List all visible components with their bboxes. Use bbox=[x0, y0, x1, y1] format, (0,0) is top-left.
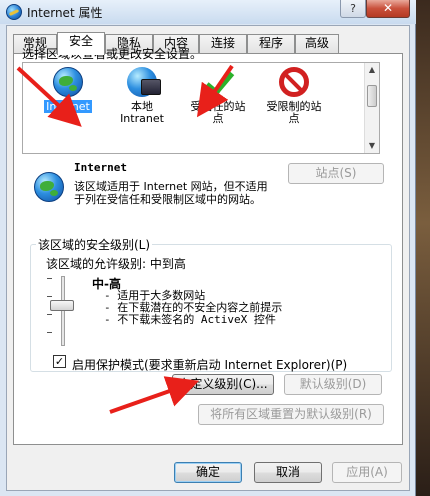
protected-mode-checkbox[interactable]: ✓ bbox=[53, 355, 66, 368]
selected-zone-name: Internet bbox=[74, 161, 127, 174]
check-icon bbox=[203, 67, 233, 97]
no-entry-icon bbox=[279, 67, 309, 97]
selected-zone-globe-icon bbox=[34, 172, 64, 202]
zone-label: Internet bbox=[44, 100, 92, 113]
globe-icon bbox=[53, 67, 83, 97]
tab-advanced[interactable]: 高级 bbox=[295, 34, 339, 53]
ok-button[interactable]: 确定 bbox=[174, 462, 242, 483]
zone-internet[interactable]: Internet bbox=[33, 67, 103, 113]
scroll-up-icon[interactable]: ▲ bbox=[365, 63, 379, 77]
cancel-button[interactable]: 取消 bbox=[254, 462, 322, 483]
tab-security[interactable]: 安全 bbox=[57, 32, 105, 55]
apply-button[interactable]: 应用(A) bbox=[332, 462, 402, 483]
intranet-icon bbox=[127, 67, 161, 97]
custom-level-button[interactable]: 自定义级别(C)... bbox=[172, 374, 274, 395]
help-button[interactable]: ? bbox=[340, 0, 366, 18]
security-level-title: 该区域的安全级别(L) bbox=[36, 236, 153, 253]
zone-local-intranet[interactable]: 本地 Intranet bbox=[107, 67, 177, 125]
protected-mode-label[interactable]: 启用保护模式(要求重新启动 Internet Explorer)(P) bbox=[72, 356, 347, 373]
zone-list-scrollbar[interactable]: ▲ ▼ bbox=[364, 63, 379, 153]
selected-zone-description: 该区域适用于 Internet 网站，但不适用于列在受信任和受限制区域中的网站。 bbox=[74, 180, 268, 206]
zone-label-line2: 点 bbox=[288, 112, 300, 125]
security-level-slider-thumb[interactable] bbox=[50, 300, 74, 311]
internet-properties-window: Internet 属性 ? ✕ 常规 安全 隐私 内容 连接 程序 高级 选择区… bbox=[0, 0, 416, 496]
zone-restricted-sites[interactable]: 受限制的站 点 bbox=[259, 67, 329, 125]
zone-list[interactable]: Internet 本地 Intranet 受信任的站 点 受限制的站 点 ▲ ▼ bbox=[22, 62, 380, 154]
sites-button[interactable]: 站点(S) bbox=[288, 163, 384, 184]
scroll-thumb[interactable] bbox=[367, 85, 377, 107]
allowed-levels-text: 该区域的允许级别: 中到高 bbox=[46, 257, 186, 271]
title-bar[interactable]: Internet 属性 ? ✕ bbox=[0, 0, 416, 24]
tab-connections[interactable]: 连接 bbox=[199, 34, 247, 53]
zone-label-line2: Intranet bbox=[120, 112, 164, 125]
scroll-down-icon[interactable]: ▼ bbox=[365, 139, 379, 153]
security-level-slider-track[interactable] bbox=[61, 276, 65, 346]
close-button[interactable]: ✕ bbox=[366, 0, 410, 18]
zone-instruction: 选择区域以查看或更改安全设置。 bbox=[22, 47, 203, 61]
ie-globe-icon bbox=[6, 4, 22, 20]
default-level-button[interactable]: 默认级别(D) bbox=[284, 374, 382, 395]
zone-trusted-sites[interactable]: 受信任的站 点 bbox=[183, 67, 253, 125]
reset-all-zones-button[interactable]: 将所有区域重置为默认级别(R) bbox=[198, 404, 384, 425]
level-description: - 适用于大多数网站 - 在下载潜在的不安全内容之前提示 - 不下载未签名的 A… bbox=[104, 290, 282, 326]
window-title: Internet 属性 bbox=[27, 6, 103, 20]
zone-label-line2: 点 bbox=[212, 112, 224, 125]
level-point: - 不下载未签名的 ActiveX 控件 bbox=[104, 313, 276, 326]
tab-programs[interactable]: 程序 bbox=[247, 34, 295, 53]
